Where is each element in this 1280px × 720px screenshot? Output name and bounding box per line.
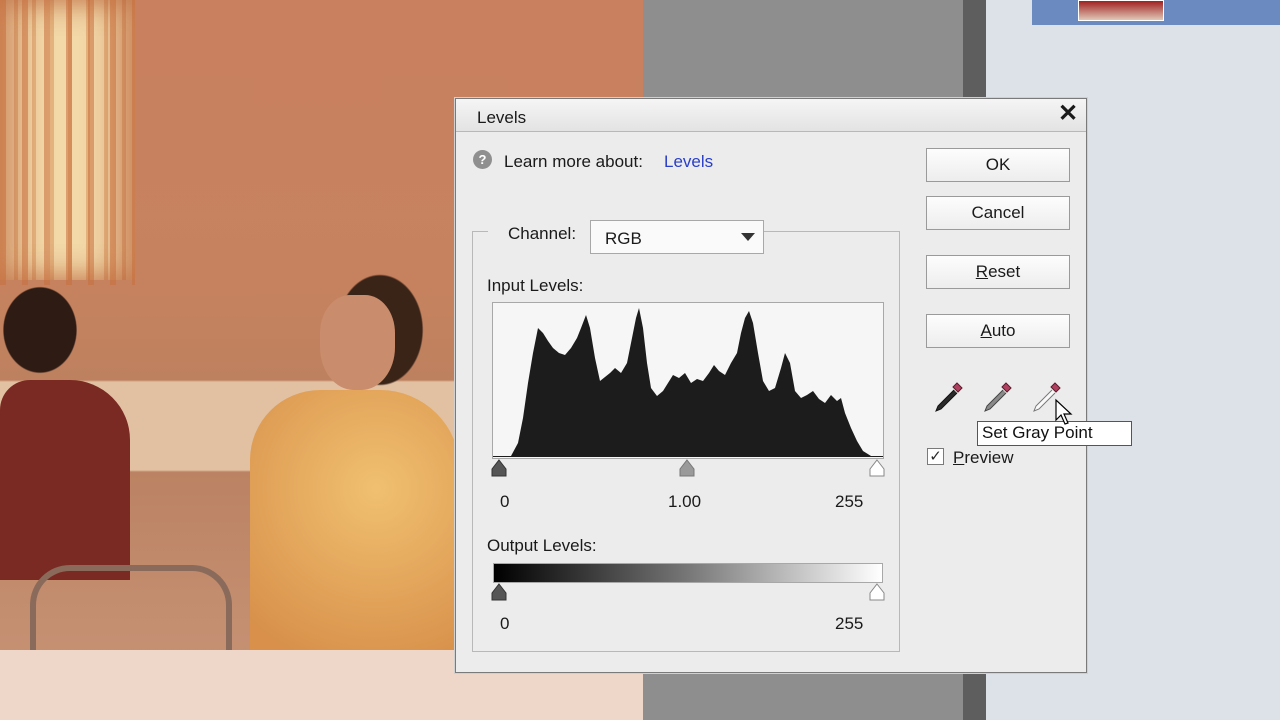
histogram-graph [493,308,883,457]
cancel-button[interactable]: Cancel [926,196,1070,230]
input-black-slider-handle[interactable] [490,459,508,477]
preview-label[interactable]: Preview [953,448,1013,468]
input-white-slider-handle[interactable] [868,459,886,477]
output-white-slider-handle[interactable] [868,583,886,601]
input-levels-label: Input Levels: [487,276,584,295]
channel-select-value: RGB [605,229,642,248]
mouse-cursor-icon [1055,398,1073,425]
photo-chair [30,565,232,661]
photo-woman-face [320,295,395,390]
output-levels-label: Output Levels: [487,536,597,555]
photo-curtain [0,0,135,285]
learn-more-link[interactable]: Levels [664,152,713,172]
auto-mnemonic: A [980,321,992,340]
dropdown-arrow-icon [741,233,755,241]
input-gray-value[interactable]: 1.00 [668,492,701,512]
output-black-value[interactable]: 0 [500,614,509,634]
close-icon[interactable]: ✕ [1056,102,1080,127]
photo-man [0,380,130,580]
photo-thumbnail[interactable] [1078,0,1164,21]
auto-label: uto [991,321,1016,340]
output-gradient-bar [493,563,883,583]
channel-select[interactable]: RGB [590,220,764,254]
preview-checkbox[interactable]: ✓ [927,448,944,465]
help-icon[interactable]: ? [473,150,492,169]
reset-mnemonic: R [975,262,989,281]
learn-more-text: Learn more about: [504,152,643,171]
black-eyedropper-icon[interactable] [930,379,966,415]
input-black-value[interactable]: 0 [500,492,509,512]
auto-button[interactable]: Auto [926,314,1070,348]
input-gray-slider-handle[interactable] [678,459,696,477]
input-white-value[interactable]: 255 [835,492,863,512]
preview-label-rest: review [964,448,1014,467]
reset-button[interactable]: Reset [926,255,1070,289]
dialog-title: Levels [477,108,527,127]
gray-eyedropper-icon[interactable] [979,379,1015,415]
output-slider[interactable] [491,583,885,601]
channel-label: Channel: [488,224,597,244]
levels-dialog: Levels ✕ ? Learn more about: Levels Chan… [455,98,1087,673]
output-black-slider-handle[interactable] [490,583,508,601]
preview-mnemonic: P [953,448,965,467]
dialog-titlebar[interactable]: Levels ✕ [456,99,1086,132]
reset-label: eset [988,262,1021,281]
histogram [492,302,884,459]
input-slider[interactable] [491,459,885,477]
ok-button[interactable]: OK [926,148,1070,182]
output-white-value[interactable]: 255 [835,614,863,634]
